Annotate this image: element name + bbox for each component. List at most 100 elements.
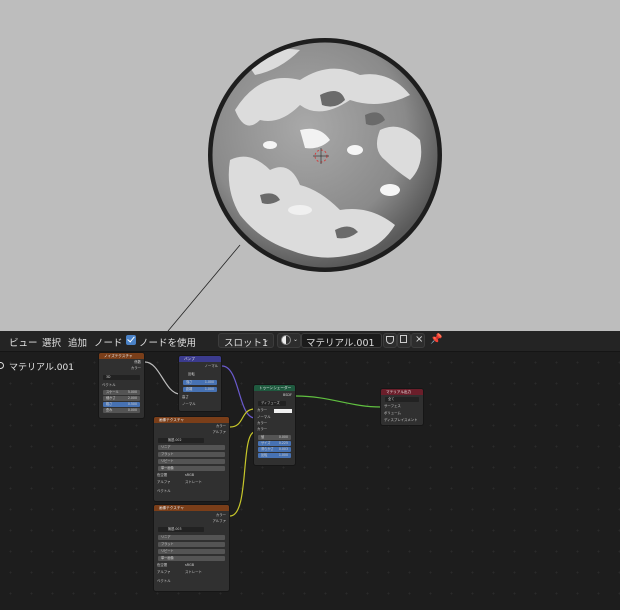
distance-field[interactable]: 距離 1.000 [183,387,217,392]
colorspace-label: 色空間 [157,473,168,477]
projection-select[interactable]: フラット [158,542,225,547]
node-title: トゥーンシェーダー [254,385,295,391]
input-surface: サーフェス [384,404,401,408]
colorspace-row[interactable]: 色空間 sRGB [157,473,226,478]
dimension-select[interactable]: 3D [103,375,140,380]
chevron-down-icon: ⌄ [263,336,269,344]
distance-value: 1.000 [204,387,214,391]
input-color-3: カラー [257,427,268,431]
scale-value: 5.000 [127,390,137,394]
invert-checkbox[interactable]: 反転 [182,372,218,377]
value-value: 0.000 [278,435,288,439]
slot-dropdown[interactable]: スロット1 ⌄ [218,333,274,349]
interpolation-select[interactable]: リニア [158,535,225,540]
output-color: カラー [215,424,226,428]
size-field[interactable]: サイズ 0.225 [258,441,291,446]
node-editor-canvas[interactable]: マテリアル.001 ノイズテクスチャ 係数 カラー 3D ベクトル スケール 5.… [0,352,620,610]
node-material-output[interactable]: マテリアル出力 全て サーフェス ボリューム ディスプレイスメント [380,388,424,426]
output-alpha: アルファ [212,430,226,434]
distortion-label: 歪み [106,408,113,412]
strength-field[interactable]: 強さ 1.000 [183,380,217,385]
strength-value: 1.000 [204,380,214,384]
menu-select[interactable]: 選択 [42,335,61,349]
output-bsdf: BSDF [283,393,292,397]
colorspace-value: sRGB [185,563,195,567]
node-title: ノイズテクスチャ [99,353,144,359]
distortion-field[interactable]: 歪み 0.000 [103,408,140,413]
roughness-field[interactable]: 粗さ 0.500 [103,402,140,407]
colorspace-value: sRGB [185,473,195,477]
input-vector: ベクトル [157,579,171,583]
extension-select[interactable]: リピート [158,549,225,554]
link-toon-to-output [295,395,382,408]
link-img2-to-toon [229,431,256,517]
menu-node[interactable]: ノード [94,335,123,349]
alpha-row[interactable]: アルファ ストレート [157,570,226,575]
value-field[interactable]: 値 0.000 [258,435,291,440]
menu-add[interactable]: 追加 [68,335,87,349]
detail-value: 2.000 [127,396,137,400]
scale-field[interactable]: スケール 5.000 [103,390,140,395]
alpha-value: ストレート [185,480,202,484]
colorspace-row[interactable]: 色空間 sRGB [157,563,226,568]
extension-select[interactable]: リピート [158,459,225,464]
projection-select[interactable]: フラット [158,452,225,457]
node-noise-texture[interactable]: ノイズテクスチャ 係数 カラー 3D ベクトル スケール 5.000 細かさ 2.0… [98,352,145,419]
input-vector: ベクトル [157,489,171,493]
use-nodes-checkbox[interactable] [126,335,136,345]
alpha-row[interactable]: アルファ ストレート [157,480,226,485]
mode-select[interactable]: ディフューズ [258,401,286,406]
ip-field[interactable]: 反転 1.000 [258,453,291,458]
material-sphere-icon [281,335,291,345]
link-img1-to-toon [229,408,256,428]
source-select[interactable]: 単一画像 [158,556,225,561]
material-browse-button[interactable]: ⌄ [277,333,301,348]
node-title: 画像テクスチャ [154,417,229,423]
output-factor: 係数 [134,360,141,364]
node-editor-header: ビュー 選択 追加 ノード ノードを使用 スロット1 ⌄ ⌄ マテリアル.001… [0,331,620,352]
output-normal: ノーマル [204,364,218,368]
light-line [167,244,241,331]
sphere-object[interactable] [208,38,442,272]
color-swatch[interactable] [274,409,292,413]
viewport-canvas[interactable] [0,0,620,331]
smooth-value: 0.003 [278,447,288,451]
fake-user-button[interactable] [383,333,397,348]
input-volume: ボリューム [384,411,401,415]
roughness-label: 粗さ [106,402,113,406]
close-icon: × [415,334,424,345]
output-color: カラー [130,366,141,370]
input-color-2: カラー [257,421,268,425]
size-label: サイズ [261,441,271,445]
image-field[interactable]: 無題.003 [158,527,204,532]
alpha-label: アルファ [157,570,171,574]
value-label: 値 [261,435,265,439]
3d-viewport[interactable] [0,0,620,331]
menu-view[interactable]: ビュー [9,335,38,349]
target-select[interactable]: 全て [385,397,419,402]
size-value: 0.225 [278,441,288,445]
source-select[interactable]: 単一画像 [158,466,225,471]
node-image-texture-2[interactable]: 画像テクスチャ カラー アルファ 無題.003 リニア フラット リピート 単一… [153,504,230,592]
smooth-label: 滑らかさ [261,447,274,451]
node-toon-shader[interactable]: トゥーンシェーダー BSDF ディフューズ カラー ノーマル カラー カラー 値… [253,384,296,466]
node-title: バンプ [179,356,221,362]
input-color[interactable]: カラー [257,408,292,413]
link-noise-to-bump [144,361,181,395]
material-name-field[interactable]: マテリアル.001 [301,333,382,349]
unlink-material-button[interactable]: × [411,333,425,348]
image-field[interactable]: 無題.002 [158,438,204,443]
slot-label: スロット1 [224,338,269,349]
duplicate-material-button[interactable] [397,333,411,348]
strength-label: 強さ [186,380,193,384]
node-image-texture-1[interactable]: 画像テクスチャ カラー アルファ 無題.002 リニア フラット リピート 単一… [153,416,230,502]
pin-icon[interactable]: 📌 [430,334,442,345]
detail-field[interactable]: 細かさ 2.000 [103,396,140,401]
node-bump[interactable]: バンプ ノーマル 反転 強さ 1.000 距離 1.000 高さ ノーマル [178,355,222,412]
smooth-field[interactable]: 滑らかさ 0.003 [258,447,291,452]
input-normal: ノーマル [257,415,271,419]
node-links [144,361,382,517]
alpha-value: ストレート [185,570,202,574]
interpolation-select[interactable]: リニア [158,445,225,450]
input-displacement: ディスプレイスメント [384,418,418,422]
